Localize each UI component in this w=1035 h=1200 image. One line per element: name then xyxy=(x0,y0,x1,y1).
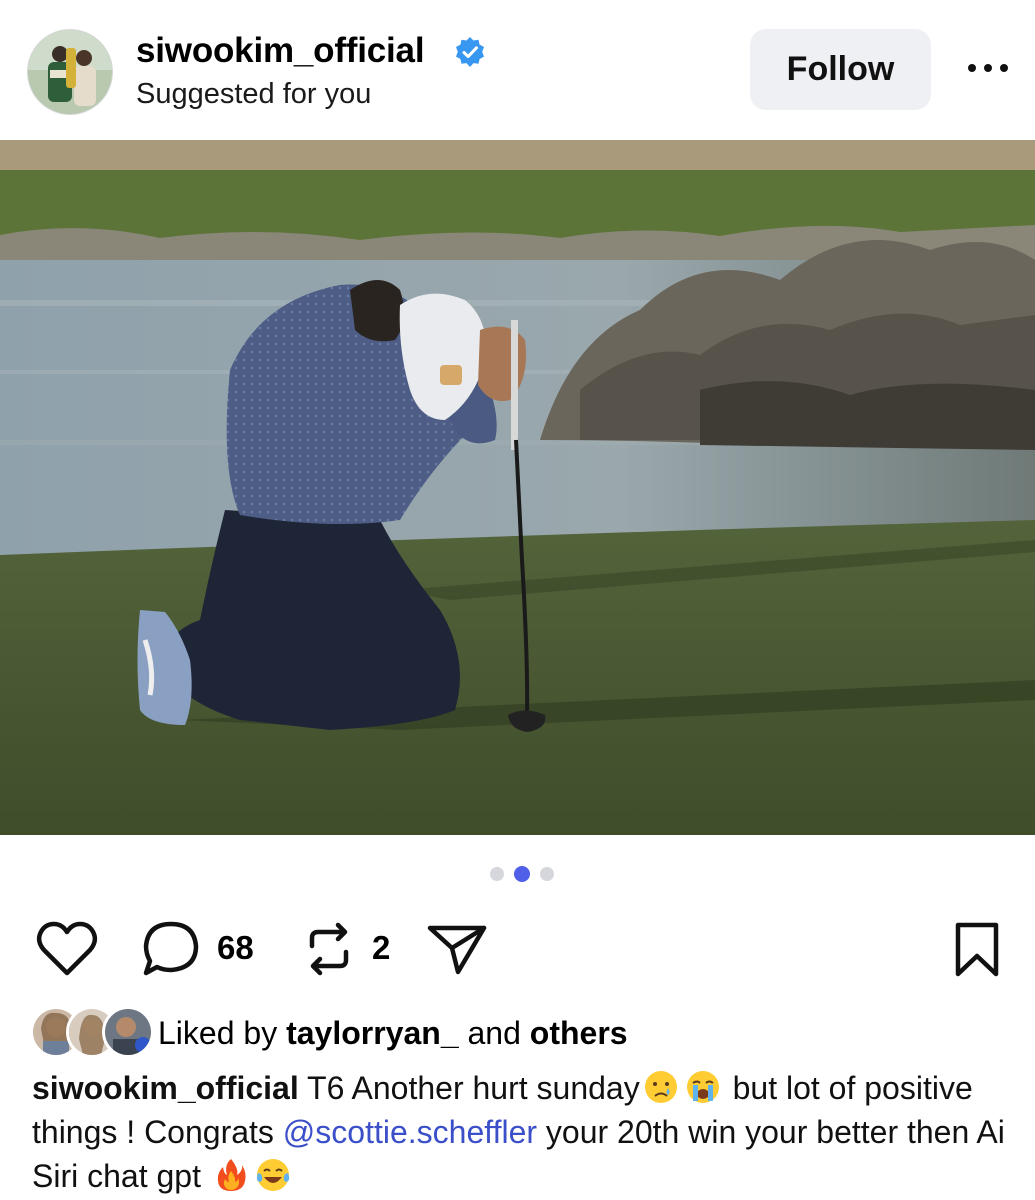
liked-by-text: Liked by taylorryan_ and others xyxy=(158,1015,628,1051)
post-actions: 68 2 xyxy=(0,914,1035,984)
liked-by-others-link[interactable]: others xyxy=(530,1015,628,1051)
repost-icon[interactable] xyxy=(300,920,358,978)
caption-mention-link[interactable]: @scottie.scheffler xyxy=(283,1114,537,1150)
post-caption: siwookim_official T6 Another hurt sunday… xyxy=(32,1066,1017,1198)
reposts-count[interactable]: 2 xyxy=(372,930,390,966)
carousel-dot[interactable] xyxy=(490,867,504,881)
liked-by-and: and xyxy=(467,1015,521,1051)
suggested-label: Suggested for you xyxy=(136,78,372,110)
comments-count[interactable]: 68 xyxy=(217,930,254,966)
post-username[interactable]: siwookim_official xyxy=(136,31,425,71)
avatar-photo xyxy=(28,30,112,114)
golfer-kneeling-photo xyxy=(0,140,1035,835)
carousel-dots xyxy=(0,866,1035,883)
bookmark-icon[interactable] xyxy=(952,920,1002,980)
more-horizontal-icon[interactable] xyxy=(966,60,1010,76)
comment-icon[interactable] xyxy=(140,918,202,980)
carousel-dot[interactable] xyxy=(540,867,554,881)
caption-username[interactable]: siwookim_official xyxy=(32,1070,299,1106)
liked-by-row: Liked by taylorryan_ and others xyxy=(30,1006,1010,1062)
liked-by-prefix: Liked by xyxy=(158,1015,278,1051)
fire-emoji-icon xyxy=(217,1159,246,1191)
liked-by-user-link[interactable]: taylorryan_ xyxy=(286,1015,459,1051)
tears-of-joy-emoji-icon xyxy=(256,1159,289,1191)
post-header: siwookim_official Suggested for you Foll… xyxy=(0,0,1035,140)
caption-text-1: T6 Another hurt sunday xyxy=(307,1070,640,1106)
heart-icon[interactable] xyxy=(36,920,98,978)
follow-button[interactable]: Follow xyxy=(750,29,931,110)
verified-badge-icon xyxy=(456,37,484,67)
loudly-crying-face-emoji-icon xyxy=(686,1071,719,1103)
liker-avatar[interactable] xyxy=(102,1006,154,1058)
liker-avatar-image xyxy=(105,1009,151,1055)
profile-avatar[interactable] xyxy=(27,29,113,115)
crying-face-emoji-icon xyxy=(644,1071,677,1103)
carousel-dot-active[interactable] xyxy=(514,866,530,882)
send-icon[interactable] xyxy=(424,920,490,978)
post-image[interactable] xyxy=(0,140,1035,835)
